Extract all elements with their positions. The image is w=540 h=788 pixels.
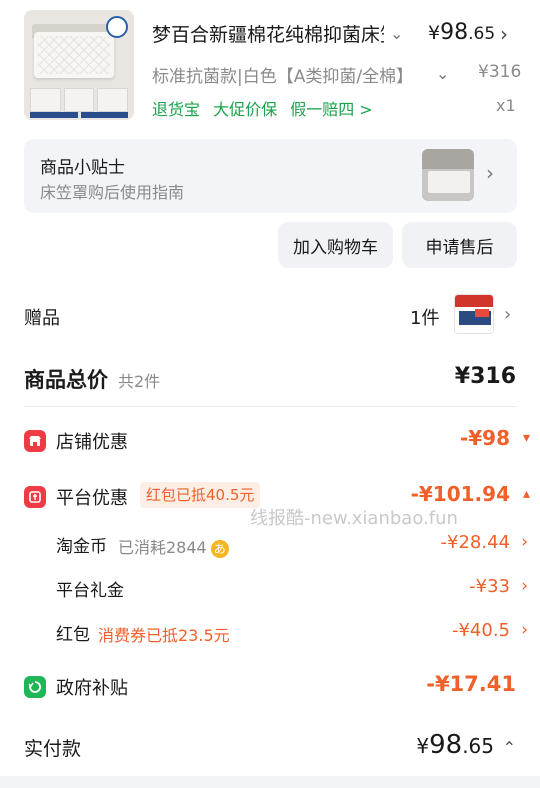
platform-discount-label: 平台优惠: [56, 488, 128, 509]
product-spec[interactable]: 标准抗菌款|白色【A类抑菌/全棉】: [152, 62, 428, 87]
tips-subtitle: 床笠罩购后使用指南: [40, 183, 185, 202]
gov-subsidy-value: -¥17.41: [426, 672, 516, 696]
actual-payment-row[interactable]: 实付款 ¥98.65 ⌃: [0, 726, 540, 770]
hongbao-label: 红包: [56, 625, 90, 645]
platform-gift-value: -¥33: [469, 576, 510, 597]
chevron-up-icon[interactable]: ▴: [523, 486, 530, 502]
platform-icon: [24, 486, 46, 508]
product-price: ¥98.65: [428, 20, 496, 45]
chevron-down-icon[interactable]: ⌄: [390, 24, 403, 43]
total-item-count: 共2件: [118, 372, 161, 391]
chevron-right-icon[interactable]: ›: [521, 620, 528, 640]
spec-original-price: ¥316: [478, 62, 522, 82]
gift-label: 赠品: [24, 308, 60, 329]
gold-coin-label: 淘金币: [56, 537, 107, 557]
thumb-badge-icon: [106, 16, 128, 38]
total-label: 商品总价: [24, 368, 108, 392]
gov-subsidy-row: 政府补贴 -¥17.41: [0, 668, 540, 708]
service-tag: 退货宝: [152, 100, 201, 119]
platform-discount-value: -¥101.94: [410, 482, 510, 506]
gold-coin-note: 已消耗2844 あ: [118, 534, 229, 558]
product-thumbnail[interactable]: [24, 10, 134, 120]
store-discount-label: 店铺优惠: [56, 432, 128, 453]
bottom-band: [0, 776, 540, 788]
chevron-right-icon[interactable]: ›: [521, 532, 528, 552]
tips-title: 商品小贴士: [40, 158, 125, 178]
store-discount-row[interactable]: 店铺优惠 -¥98 ▾: [0, 424, 540, 464]
chevron-right-icon[interactable]: ›: [521, 576, 528, 596]
gift-image[interactable]: [454, 294, 494, 334]
total-price-row: 商品总价 共2件 ¥316: [0, 358, 540, 402]
divider: [24, 406, 517, 407]
product-tips-card[interactable]: 商品小贴士 床笠罩购后使用指南 ›: [24, 139, 517, 213]
service-tag: 假一赔四 >: [290, 100, 373, 119]
gift-row[interactable]: 赠品 1件 ›: [0, 292, 540, 338]
pay-label: 实付款: [24, 738, 82, 760]
thumb-detail-strip: [30, 88, 129, 112]
platform-gift-row[interactable]: 平台礼金 -¥33 ›: [0, 570, 540, 606]
service-tag: 大促价保: [213, 100, 278, 119]
gift-count: 1件: [410, 308, 440, 329]
platform-discount-tag: 红包已抵40.5元: [140, 482, 261, 508]
chevron-up-icon[interactable]: ⌃: [503, 738, 516, 757]
hongbao-value: -¥40.5: [451, 620, 510, 641]
chevron-right-icon[interactable]: ›: [500, 22, 508, 46]
order-product-row[interactable]: 梦百合新疆棉花纯棉抑菌床笠 ⌄ ¥98.65 › 标准抗菌款|白色【A类抑菌/全…: [0, 0, 540, 130]
thumb-caption-strip: [30, 112, 128, 118]
hongbao-note: 消费券已抵23.5元: [98, 626, 230, 645]
thumb-mattress: [34, 32, 114, 78]
chevron-down-icon[interactable]: ▾: [523, 430, 530, 446]
chevron-right-icon[interactable]: ›: [504, 304, 511, 325]
store-icon: [24, 430, 46, 452]
gov-subsidy-label: 政府补贴: [56, 678, 128, 699]
chevron-right-icon[interactable]: ›: [486, 161, 494, 185]
gold-coin-value: -¥28.44: [440, 532, 510, 553]
pay-value: ¥98.65: [416, 730, 494, 760]
spec-chevron-down-icon[interactable]: ⌄: [436, 64, 449, 83]
hongbao-row[interactable]: 红包 消费券已抵23.5元 -¥40.5 ›: [0, 614, 540, 650]
after-sale-button[interactable]: 申请售后: [402, 222, 517, 268]
service-tags[interactable]: 退货宝 大促价保 假一赔四 >: [152, 96, 381, 120]
total-value: ¥316: [454, 364, 516, 389]
product-quantity: x1: [496, 96, 516, 115]
add-to-cart-button[interactable]: 加入购物车: [278, 222, 393, 268]
product-title[interactable]: 梦百合新疆棉花纯棉抑菌床笠: [152, 20, 384, 47]
store-discount-value: -¥98: [459, 426, 510, 450]
platform-gift-label: 平台礼金: [56, 581, 124, 601]
tips-image: [422, 149, 474, 201]
gold-coin-row[interactable]: 淘金币 已消耗2844 あ -¥28.44 ›: [0, 526, 540, 562]
subsidy-icon: [24, 676, 46, 698]
coin-icon: あ: [210, 539, 229, 558]
